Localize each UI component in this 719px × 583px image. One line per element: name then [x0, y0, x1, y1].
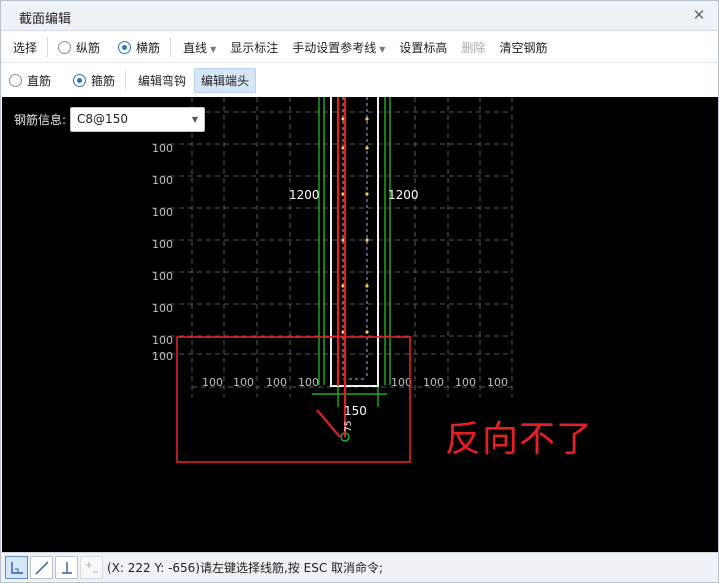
grid-label: 100 — [487, 376, 508, 389]
straight-bar-label: 直筋 — [27, 73, 52, 88]
secondary-toolbar: 直筋 箍筋 编辑弯钩 编辑端头 — [1, 64, 718, 96]
grid-label: 100 — [152, 174, 173, 187]
radio-dot-icon — [9, 73, 22, 87]
window-title: 截面编辑 — [19, 12, 72, 27]
radio-dot-icon — [73, 73, 87, 87]
chevron-down-icon: ▼ — [379, 44, 386, 54]
radio-dot-icon — [58, 40, 72, 54]
section-drawing: 100 100 100 100 100 100 100 100 100 100 … — [152, 97, 513, 463]
title-bar: 截面编辑 ✕ — [1, 1, 718, 31]
stirrup-label: 箍筋 — [91, 73, 116, 88]
grid-label: 100 — [152, 350, 173, 363]
separator — [125, 70, 127, 90]
line-mode-dropdown[interactable]: 直线 ▼ — [177, 36, 222, 59]
show-dimensions-button[interactable]: 显示标注 — [224, 36, 284, 59]
stirrup-radio[interactable]: 箍筋 — [67, 69, 121, 92]
edit-end-button[interactable]: 编辑端头 — [194, 67, 257, 93]
delete-button[interactable]: 删除 — [455, 36, 491, 59]
rebar-info: 钢筋信息: C8@150 ▼ — [14, 107, 206, 132]
longitudinal-label: 纵筋 — [76, 40, 101, 55]
orthogonal-snap-icon[interactable] — [5, 556, 28, 579]
manual-reference-label: 手动设置参考线 — [292, 40, 377, 55]
annotation-text: 反向不了 — [445, 419, 594, 460]
rebar-spec-select[interactable]: C8@150 ▼ — [70, 107, 206, 132]
grid-label: 100 — [423, 376, 444, 389]
manual-reference-line-dropdown[interactable]: 手动设置参考线 ▼ — [286, 36, 391, 59]
section-edit-window: 截面编辑 ✕ 选择 纵筋 横筋 直线 ▼ 显示标注 手动设置参考线 ▼ 设置标高 删… — [0, 0, 719, 583]
grid-label: 100 — [455, 376, 476, 389]
chevron-down-icon: ▼ — [210, 44, 217, 54]
radio-dot-icon — [118, 40, 132, 54]
chevron-down-icon: ▼ — [191, 115, 199, 124]
main-toolbar: 选择 纵筋 横筋 直线 ▼ 显示标注 手动设置参考线 ▼ 设置标高 删除 清空钢筋 — [1, 32, 718, 63]
straight-bar-radio[interactable]: 直筋 — [3, 69, 57, 92]
separator — [47, 37, 49, 57]
longitudinal-radio[interactable]: 纵筋 — [52, 36, 106, 59]
grid-label: 100 — [152, 334, 173, 347]
grid-label: 100 — [152, 142, 173, 155]
select-button[interactable]: 选择 — [7, 36, 43, 59]
status-bar: (X: 222 Y: -656)请左键选择线筋,按 ESC 取消命令; — [1, 552, 718, 582]
grid-label: 100 — [152, 238, 173, 251]
right-height-dimension: 1200 — [388, 188, 419, 202]
transverse-radio[interactable]: 横筋 — [112, 36, 166, 59]
grid-label: 100 — [202, 376, 223, 389]
grid-label: 100 — [152, 206, 173, 219]
clear-rebar-button[interactable]: 清空钢筋 — [493, 36, 553, 59]
highlight-box — [176, 336, 411, 463]
close-icon[interactable]: ✕ — [690, 6, 708, 24]
edit-hook-button[interactable]: 编辑弯钩 — [132, 69, 192, 92]
grid-label: 100 — [391, 376, 412, 389]
grid-label: 100 — [152, 302, 173, 315]
transverse-label: 横筋 — [136, 40, 161, 55]
perpendicular-snap-icon[interactable] — [55, 556, 78, 579]
grid-label: 100 — [152, 270, 173, 283]
status-message: (X: 222 Y: -656)请左键选择线筋,按 ESC 取消命令; — [107, 561, 384, 575]
left-height-dimension: 1200 — [289, 188, 320, 202]
bottom-width-dimension: 150 — [344, 404, 367, 418]
grid-label: 100 — [298, 376, 319, 389]
line-mode-label: 直线 — [183, 40, 208, 55]
add-snap-icon[interactable] — [80, 556, 103, 579]
drawing-canvas[interactable]: 100 100 100 100 100 100 100 100 100 100 … — [2, 97, 718, 552]
rebar-info-label: 钢筋信息: — [14, 113, 67, 127]
separator — [170, 37, 172, 57]
grid-label: 100 — [233, 376, 254, 389]
hook-length-dimension: 75 — [344, 421, 354, 432]
set-elevation-button[interactable]: 设置标高 — [393, 36, 453, 59]
grid-label: 100 — [266, 376, 287, 389]
angle-snap-icon[interactable] — [30, 556, 53, 579]
grid-labels-left: 100 100 100 100 100 100 100 100 — [152, 142, 173, 363]
rebar-spec-value: C8@150 — [77, 112, 128, 126]
